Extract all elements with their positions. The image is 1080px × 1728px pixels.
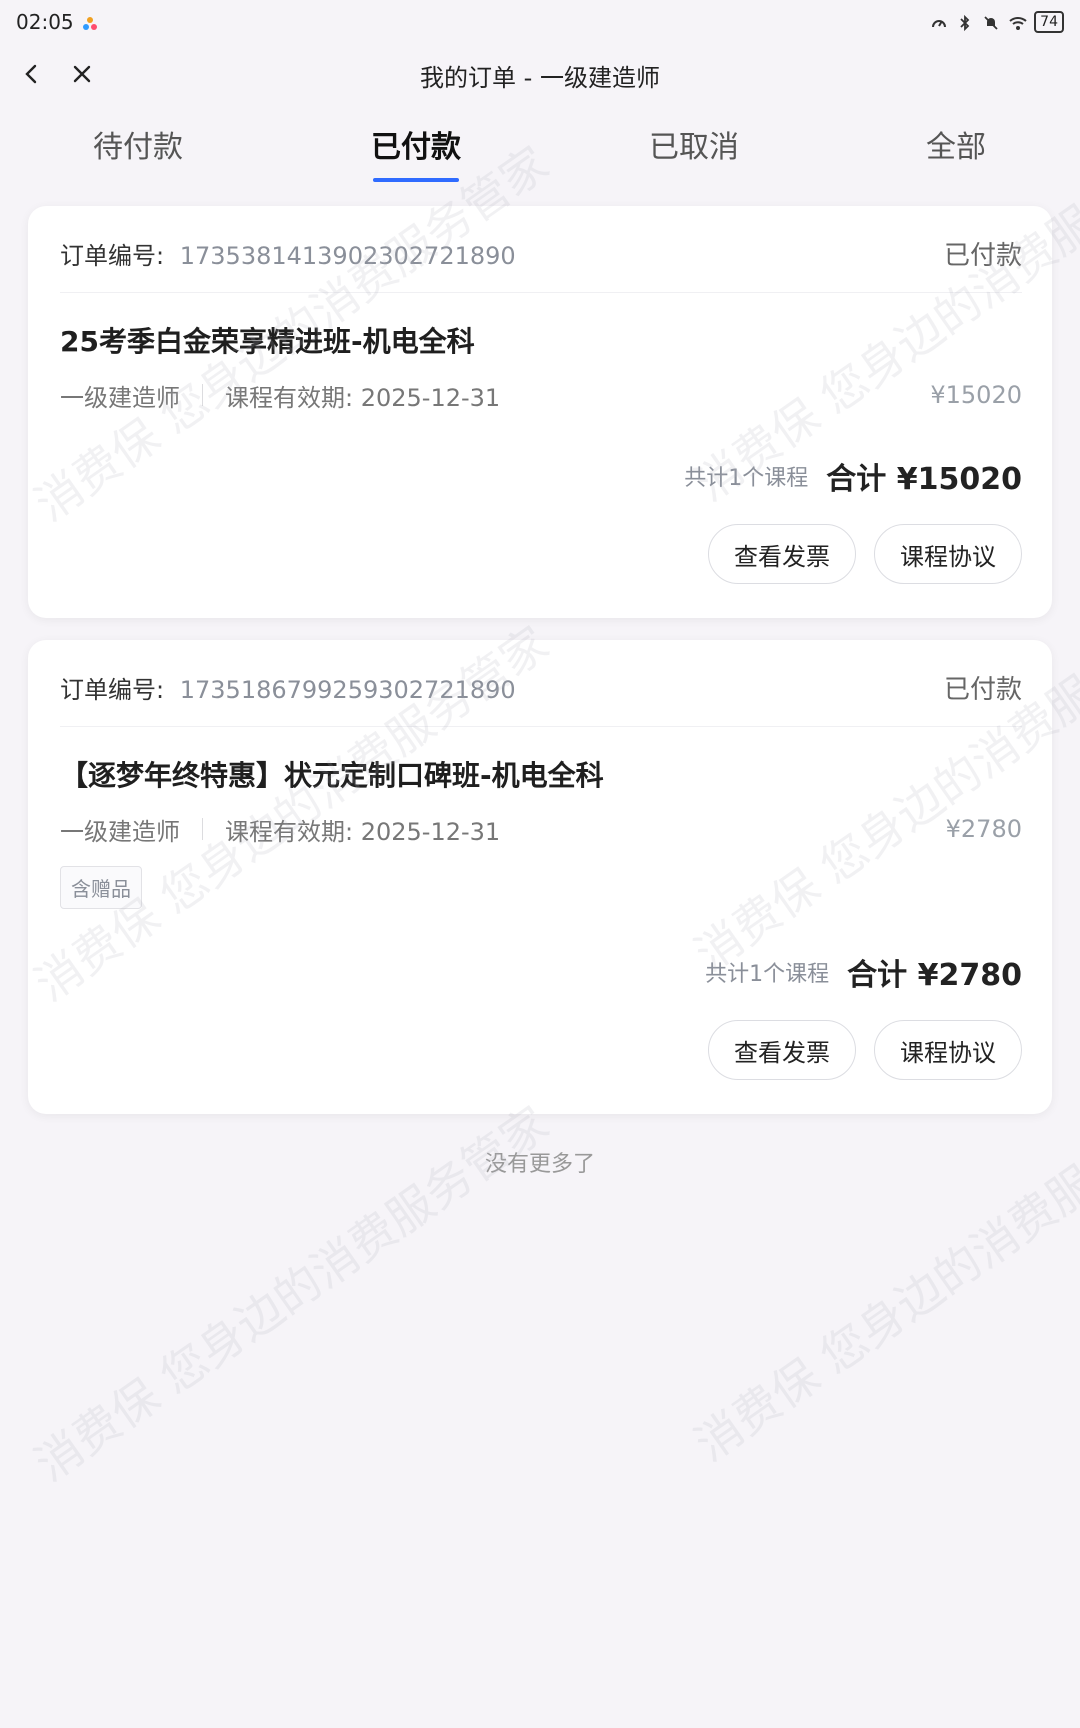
course-count: 共计1个课程 xyxy=(684,466,809,491)
tab-pending-payment[interactable]: 待付款 xyxy=(58,122,218,166)
wifi-icon xyxy=(1008,13,1027,31)
order-number-value: 1735381413902302721890 xyxy=(179,241,516,270)
view-invoice-button[interactable]: 查看发票 xyxy=(708,1020,856,1080)
order-card[interactable]: 订单编号: 1735186799259302721890 已付款 【逐梦年终特惠… xyxy=(28,640,1052,1114)
course-category: 一级建造师 xyxy=(60,817,180,846)
divider xyxy=(60,292,1022,293)
order-number-row: 订单编号: 1735186799259302721890 已付款 xyxy=(60,670,1022,705)
order-actions: 查看发票 课程协议 xyxy=(708,524,1022,584)
order-number: 订单编号: 1735186799259302721890 xyxy=(60,670,516,705)
order-number-value: 1735186799259302721890 xyxy=(179,675,516,704)
battery-indicator: 74 xyxy=(1034,11,1064,33)
mute-bell-icon xyxy=(982,13,1000,31)
course-meta: 一级建造师 课程有效期: 2025-12-31 ¥15020 xyxy=(60,378,1022,412)
course-title: 25考季白金荣享精进班-机电全科 xyxy=(60,325,475,358)
watermark-text: 消费保 您身边的消费服务管家 xyxy=(685,1075,1080,1472)
page-title: 我的订单 - 一级建造师 xyxy=(420,64,660,92)
view-invoice-button[interactable]: 查看发票 xyxy=(708,524,856,584)
order-total-row: 共计1个课程 合计 ¥15020 xyxy=(684,456,1022,497)
tab-paid[interactable]: 已付款 xyxy=(336,122,496,182)
status-right: 74 xyxy=(930,11,1064,33)
course-category: 一级建造师 xyxy=(60,383,180,412)
tab-paid-label: 已付款 xyxy=(371,130,461,165)
order-number-label: 订单编号: xyxy=(60,241,165,270)
tab-all[interactable]: 全部 xyxy=(876,122,1036,166)
order-total: 合计 ¥2780 xyxy=(847,958,1022,993)
course-price: ¥2780 xyxy=(945,815,1022,843)
order-number: 订单编号: 1735381413902302721890 xyxy=(60,236,516,271)
order-total-row: 共计1个课程 合计 ¥2780 xyxy=(705,952,1022,993)
course-agreement-button[interactable]: 课程协议 xyxy=(874,524,1022,584)
meta-separator xyxy=(202,384,203,406)
order-status: 已付款 xyxy=(943,674,1022,705)
course-meta: 一级建造师 课程有效期: 2025-12-31 ¥2780 xyxy=(60,812,1022,846)
active-tab-indicator xyxy=(373,178,459,182)
divider xyxy=(60,726,1022,727)
course-title: 【逐梦年终特惠】状元定制口碑班-机电全科 xyxy=(60,759,604,792)
order-tabs: 待付款 已付款 已取消 全部 xyxy=(0,108,1080,182)
status-time: 02:05 xyxy=(16,10,74,34)
gift-badge: 含赠品 xyxy=(60,866,142,909)
status-bar: 02:05 74 xyxy=(0,0,1080,44)
order-actions: 查看发票 课程协议 xyxy=(708,1020,1022,1080)
order-number-row: 订单编号: 1735381413902302721890 已付款 xyxy=(60,236,1022,271)
order-card[interactable]: 订单编号: 1735381413902302721890 已付款 25考季白金荣… xyxy=(28,206,1052,618)
course-count: 共计1个课程 xyxy=(705,962,830,987)
speedometer-icon xyxy=(930,13,948,31)
course-agreement-button[interactable]: 课程协议 xyxy=(874,1020,1022,1080)
status-left: 02:05 xyxy=(16,10,100,34)
app-notification-icon xyxy=(82,13,100,31)
course-price: ¥15020 xyxy=(930,381,1022,409)
course-validity: 课程有效期: 2025-12-31 xyxy=(225,383,501,412)
top-bar: 我的订单 - 一级建造师 xyxy=(0,44,1080,104)
course-validity: 课程有效期: 2025-12-31 xyxy=(225,817,501,846)
no-more-text: 没有更多了 xyxy=(484,1152,595,1177)
meta-separator xyxy=(202,818,203,840)
order-total: 合计 ¥15020 xyxy=(826,462,1022,497)
order-number-label: 订单编号: xyxy=(60,675,165,704)
tab-cancelled[interactable]: 已取消 xyxy=(614,122,774,166)
bluetooth-icon xyxy=(956,13,974,32)
order-status: 已付款 xyxy=(943,240,1022,271)
